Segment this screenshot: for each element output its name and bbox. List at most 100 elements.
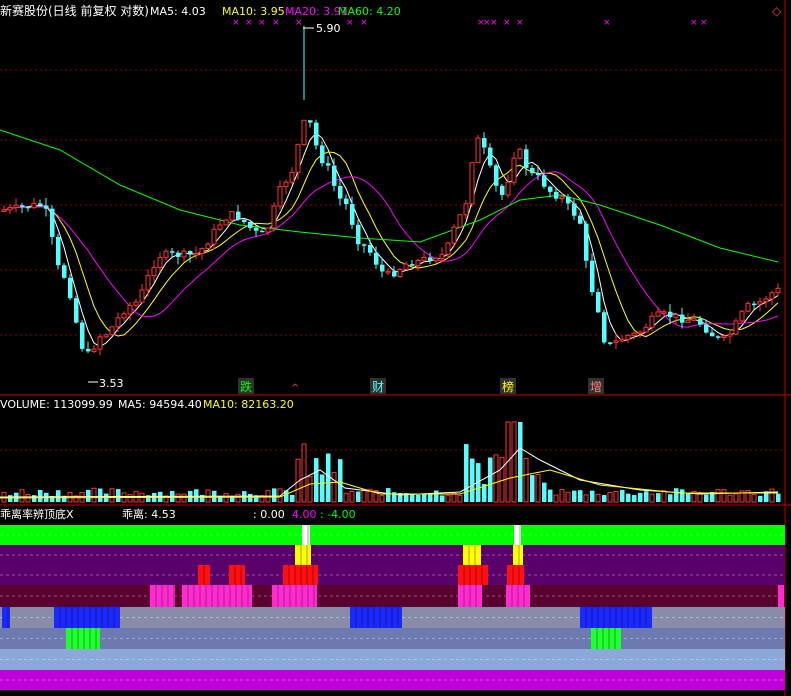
candle[interactable] xyxy=(763,296,769,308)
candle[interactable] xyxy=(44,198,49,217)
candle[interactable] xyxy=(524,144,529,176)
candle[interactable] xyxy=(181,248,187,262)
candle[interactable] xyxy=(344,194,349,210)
candle[interactable] xyxy=(109,326,115,336)
candle[interactable] xyxy=(151,260,157,283)
candle[interactable] xyxy=(13,198,19,213)
candle[interactable] xyxy=(505,174,511,198)
event-marker-zeng[interactable]: 增 xyxy=(590,380,602,394)
candle[interactable] xyxy=(661,309,667,316)
candle[interactable] xyxy=(566,193,571,211)
candle[interactable] xyxy=(469,161,475,208)
candle[interactable] xyxy=(542,169,547,189)
candle[interactable] xyxy=(517,147,523,160)
candle[interactable] xyxy=(308,120,313,128)
candle[interactable] xyxy=(584,220,589,269)
candle[interactable] xyxy=(608,341,613,346)
candle[interactable] xyxy=(31,198,37,209)
candle[interactable] xyxy=(20,202,25,214)
candle[interactable] xyxy=(733,318,739,335)
candle[interactable] xyxy=(397,268,403,279)
candle[interactable] xyxy=(494,163,499,192)
candle[interactable] xyxy=(445,241,451,259)
candle[interactable] xyxy=(757,297,763,312)
candle[interactable] xyxy=(133,298,139,308)
candle[interactable] xyxy=(704,319,709,334)
candle[interactable] xyxy=(86,341,91,354)
candle[interactable] xyxy=(260,229,265,233)
candle[interactable] xyxy=(668,304,673,325)
candle[interactable] xyxy=(242,219,247,225)
candle[interactable] xyxy=(91,345,97,354)
candle[interactable] xyxy=(410,259,415,266)
candle[interactable] xyxy=(488,143,493,168)
candle[interactable] xyxy=(596,288,601,313)
candle[interactable] xyxy=(320,141,325,167)
candle[interactable] xyxy=(1,205,7,212)
candle[interactable] xyxy=(121,311,127,322)
candle[interactable] xyxy=(433,256,439,264)
candle[interactable] xyxy=(752,301,757,311)
candle[interactable] xyxy=(403,261,409,271)
candle[interactable] xyxy=(602,309,607,345)
candle[interactable] xyxy=(176,250,181,265)
candle[interactable] xyxy=(680,307,685,329)
candle[interactable] xyxy=(590,253,595,296)
candle[interactable] xyxy=(145,269,151,297)
volume-bars[interactable] xyxy=(1,421,781,503)
candle[interactable] xyxy=(775,283,781,297)
candle[interactable] xyxy=(710,326,715,337)
candle[interactable] xyxy=(631,331,637,340)
candle[interactable] xyxy=(500,183,505,200)
nav-diamond-icon[interactable]: ◇ xyxy=(772,4,782,18)
candle[interactable] xyxy=(103,333,109,339)
candle[interactable] xyxy=(80,319,85,352)
candle[interactable] xyxy=(97,333,103,356)
candle[interactable] xyxy=(716,335,721,340)
candle[interactable] xyxy=(56,233,61,270)
candle[interactable] xyxy=(415,258,421,271)
candle[interactable] xyxy=(157,252,163,272)
candle[interactable] xyxy=(739,310,745,324)
event-marker-bang[interactable]: 榜 xyxy=(502,379,514,394)
candle[interactable] xyxy=(326,156,331,171)
candle[interactable] xyxy=(332,158,337,192)
candle[interactable] xyxy=(314,119,319,150)
candle[interactable] xyxy=(475,134,481,164)
candle[interactable] xyxy=(356,219,361,251)
candle[interactable] xyxy=(727,329,733,344)
candle[interactable] xyxy=(619,335,625,342)
candle[interactable] xyxy=(68,274,73,301)
candle[interactable] xyxy=(482,132,487,155)
candlestick-series[interactable] xyxy=(1,26,781,356)
candle[interactable] xyxy=(643,323,649,333)
candle[interactable] xyxy=(530,165,535,176)
candle[interactable] xyxy=(457,214,463,228)
candle[interactable] xyxy=(289,167,295,185)
candle[interactable] xyxy=(139,283,145,304)
candle[interactable] xyxy=(248,221,253,231)
stock-chart-canvas[interactable]: × × × × × × × ×× × × × × × × 5.90 3.53 跌 ^ 财 榜 增 新赛股份… xyxy=(0,0,791,696)
candle[interactable] xyxy=(655,307,661,317)
candle[interactable] xyxy=(199,247,205,260)
candle[interactable] xyxy=(673,314,679,324)
candle[interactable] xyxy=(277,180,283,210)
candle[interactable] xyxy=(163,248,169,261)
candle[interactable] xyxy=(368,239,373,256)
candle[interactable] xyxy=(769,290,775,306)
candle[interactable] xyxy=(62,262,67,280)
candle[interactable] xyxy=(223,218,229,226)
candle[interactable] xyxy=(745,300,751,313)
candle[interactable] xyxy=(301,119,307,146)
candle[interactable] xyxy=(350,196,355,230)
candle[interactable] xyxy=(421,251,427,263)
candle[interactable] xyxy=(74,295,79,324)
event-marker-cai[interactable]: 财 xyxy=(372,380,384,394)
candle[interactable] xyxy=(271,202,277,232)
candle[interactable] xyxy=(625,334,631,344)
candle[interactable] xyxy=(236,204,241,221)
candle[interactable] xyxy=(50,205,55,245)
candle[interactable] xyxy=(392,266,397,278)
candle[interactable] xyxy=(385,268,391,276)
candle[interactable] xyxy=(115,312,121,333)
